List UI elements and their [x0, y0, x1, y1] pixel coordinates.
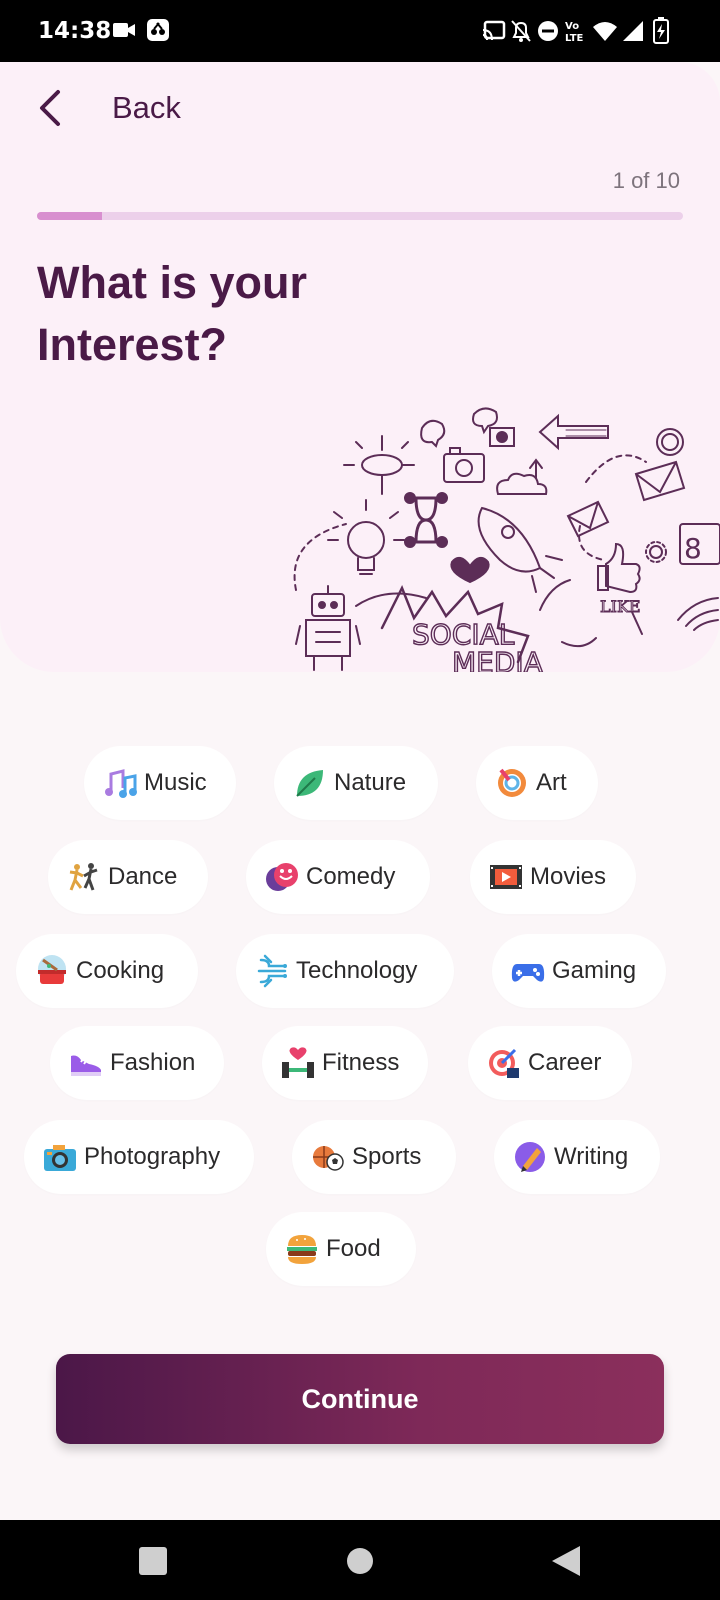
interest-chip-fashion[interactable]: Fashion [50, 1026, 224, 1100]
interest-label: Movies [530, 863, 607, 890]
burger-icon [284, 1231, 320, 1267]
signal-icon [623, 21, 643, 41]
palette-icon [494, 765, 530, 801]
video-camera-icon [113, 23, 135, 37]
social-media-illustration: LIKE 8 SOCIAL MEDIA [293, 407, 720, 672]
svg-text:LTE: LTE [565, 33, 584, 44]
interest-chip-movies[interactable]: Movies [470, 840, 636, 914]
music-notes-icon [102, 765, 138, 801]
status-bar: 14:38 Vo LTE [0, 0, 720, 62]
interest-chip-cooking[interactable]: Cooking [16, 934, 198, 1008]
interest-chip-music[interactable]: Music [84, 746, 236, 820]
do-not-disturb-icon [538, 21, 558, 41]
film-strip-icon [488, 859, 524, 895]
chevron-left-icon [40, 90, 60, 126]
square-recents-icon[interactable] [138, 1546, 168, 1576]
continue-button[interactable]: Continue [56, 1354, 664, 1444]
page-title: What is your Interest? [37, 257, 308, 370]
svg-text:Vo: Vo [565, 21, 579, 32]
back-button[interactable]: Back [34, 88, 181, 128]
volte-icon: VoLTE [565, 21, 584, 44]
triangle-back-icon[interactable] [550, 1544, 582, 1578]
interest-chip-writing[interactable]: Writing [494, 1120, 660, 1194]
interest-label: Comedy [306, 863, 396, 890]
pen-writing-icon [512, 1139, 548, 1175]
interest-chip-dance[interactable]: Dance [48, 840, 208, 914]
interest-label: Fashion [110, 1049, 196, 1076]
svg-text:LIKE: LIKE [600, 597, 641, 616]
cooking-pot-icon [34, 953, 70, 989]
interest-label: Nature [334, 769, 407, 796]
system-nav-bar [0, 1520, 720, 1600]
bell-off-icon [511, 20, 531, 42]
interest-chip-comedy[interactable]: Comedy [246, 840, 430, 914]
interest-label: Technology [296, 957, 418, 984]
dumbbell-heart-icon [280, 1045, 316, 1081]
circuit-icon [254, 953, 290, 989]
interest-label: Gaming [552, 957, 637, 984]
interest-label: Dance [108, 863, 178, 890]
interest-chip-photography[interactable]: Photography [24, 1120, 254, 1194]
sneaker-icon [68, 1045, 104, 1081]
cast-icon [482, 20, 506, 41]
interest-label: Photography [84, 1143, 221, 1170]
screen-record-icon [147, 19, 169, 41]
interest-label: Writing [554, 1143, 629, 1170]
leaf-icon [292, 765, 328, 801]
interest-label: Fitness [322, 1049, 400, 1076]
progress-bar [37, 212, 683, 220]
camera-icon [42, 1139, 78, 1175]
interest-label: Food [326, 1235, 381, 1262]
interest-chip-technology[interactable]: Technology [236, 934, 454, 1008]
interest-chip-food[interactable]: Food [266, 1212, 416, 1286]
interest-label: Art [536, 769, 567, 796]
theater-masks-icon [264, 859, 300, 895]
circle-home-icon[interactable] [346, 1547, 374, 1575]
dancers-icon [66, 859, 102, 895]
interest-chip-art[interactable]: Art [476, 746, 598, 820]
back-label: Back [112, 90, 181, 125]
svg-text:MEDIA: MEDIA [452, 646, 543, 672]
interest-label: Sports [352, 1143, 422, 1170]
game-controller-icon [510, 953, 546, 989]
svg-text:8: 8 [684, 532, 702, 565]
progress-fill [37, 212, 102, 220]
wifi-icon [593, 22, 617, 41]
interest-chip-career[interactable]: Career [468, 1026, 632, 1100]
interest-label: Career [528, 1049, 602, 1076]
target-icon [486, 1045, 522, 1081]
interest-chip-gaming[interactable]: Gaming [492, 934, 666, 1008]
interest-chip-nature[interactable]: Nature [274, 746, 438, 820]
step-counter: 1 of 10 [612, 168, 680, 193]
interest-chip-sports[interactable]: Sports [292, 1120, 456, 1194]
sports-balls-icon [310, 1139, 346, 1175]
interest-label: Music [144, 769, 207, 796]
battery-charging-icon [653, 17, 669, 44]
status-time: 14:38 [38, 18, 112, 44]
interest-label: Cooking [76, 957, 165, 984]
interest-chip-fitness[interactable]: Fitness [262, 1026, 428, 1100]
